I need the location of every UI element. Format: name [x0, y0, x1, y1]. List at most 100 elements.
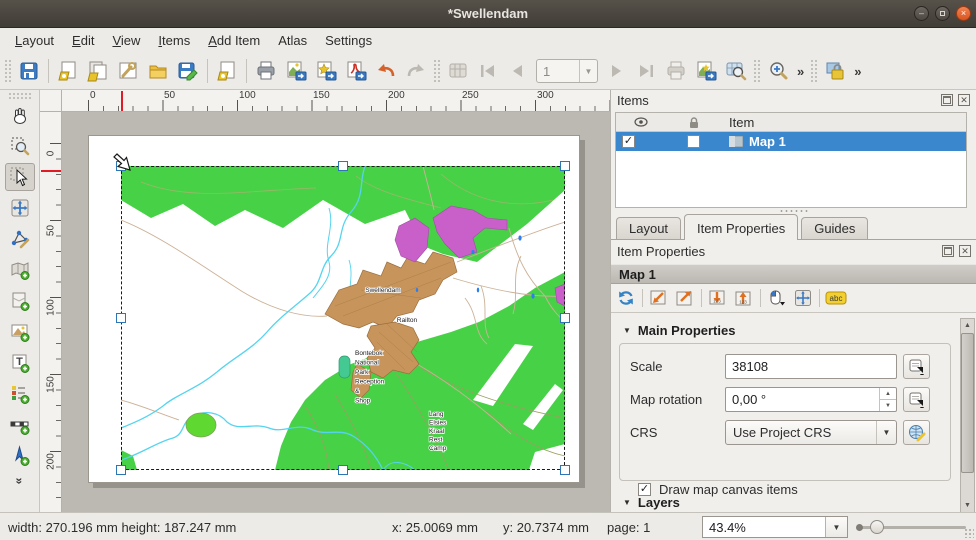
- view-extent-in-canvas-button[interactable]: [672, 287, 698, 309]
- minimize-button[interactable]: –: [914, 6, 929, 21]
- add-legend-button[interactable]: [5, 380, 35, 408]
- export-svg-button[interactable]: [311, 56, 341, 86]
- float-panel-icon[interactable]: [941, 94, 953, 106]
- chevron-down-icon[interactable]: ▼: [579, 60, 597, 82]
- zoom-level-input[interactable]: [703, 517, 825, 537]
- labeling-settings-button[interactable]: abc: [823, 287, 849, 309]
- duplicate-layout-button[interactable]: [83, 56, 113, 86]
- selection-handle-se[interactable]: [560, 465, 570, 475]
- zoom-tool-button[interactable]: [5, 132, 35, 160]
- select-move-item-tool-button[interactable]: [5, 163, 35, 191]
- print-button[interactable]: [251, 56, 281, 86]
- set-canvas-scale-to-map-button[interactable]: 123: [731, 287, 757, 309]
- next-feature-button[interactable]: [601, 56, 631, 86]
- close-panel-icon[interactable]: ✕: [959, 245, 971, 257]
- selection-handle-sw[interactable]: [116, 465, 126, 475]
- last-feature-button[interactable]: [631, 56, 661, 86]
- selection-handle-w[interactable]: [116, 313, 126, 323]
- zoom-in-button[interactable]: [763, 56, 793, 86]
- move-map-content-button[interactable]: [790, 287, 816, 309]
- selection-handle-s[interactable]: [338, 465, 348, 475]
- tools-overflow-chevron[interactable]: »: [13, 478, 27, 485]
- maximize-button[interactable]: [935, 6, 950, 21]
- lock-checkbox[interactable]: [687, 135, 700, 148]
- selection-handle-e[interactable]: [560, 313, 570, 323]
- add-3d-map-button[interactable]: [5, 287, 35, 315]
- move-content-tool-button[interactable]: [5, 194, 35, 222]
- tab-item-properties[interactable]: Item Properties: [684, 214, 798, 240]
- crs-select-button[interactable]: [903, 420, 930, 445]
- menu-settings[interactable]: Settings: [316, 30, 381, 51]
- undo-button[interactable]: [371, 56, 401, 86]
- new-layout-button[interactable]: [53, 56, 83, 86]
- spinner-buttons[interactable]: ▲▼: [879, 388, 896, 411]
- scrollbar-thumb[interactable]: [961, 333, 974, 473]
- tab-guides[interactable]: Guides: [801, 217, 868, 239]
- save-project-button[interactable]: [14, 56, 44, 86]
- add-label-button[interactable]: T: [5, 349, 35, 377]
- toolbar-drag-handle[interactable]: [4, 59, 12, 83]
- add-map-button[interactable]: [5, 256, 35, 284]
- export-pdf-button[interactable]: [341, 56, 371, 86]
- set-extent-to-canvas-button[interactable]: [646, 287, 672, 309]
- add-scalebar-button[interactable]: [5, 411, 35, 439]
- zoom-slider-handle[interactable]: [870, 520, 884, 534]
- export-image-button[interactable]: [281, 56, 311, 86]
- properties-scrollbar[interactable]: ▲ ▼: [960, 318, 975, 513]
- menu-add-item[interactable]: Add Item: [199, 30, 269, 51]
- open-layout-button[interactable]: [143, 56, 173, 86]
- menu-layout[interactable]: Layout: [6, 30, 63, 51]
- scroll-up-icon[interactable]: ▲: [961, 319, 974, 332]
- save-as-template-button[interactable]: [173, 56, 203, 86]
- close-panel-icon[interactable]: ✕: [958, 94, 970, 106]
- tab-layout[interactable]: Layout: [616, 217, 681, 239]
- set-map-scale-to-canvas-button[interactable]: 123: [705, 287, 731, 309]
- atlas-page-combo[interactable]: ▼: [536, 59, 598, 83]
- edit-nodes-tool-button[interactable]: [5, 225, 35, 253]
- crs-combobox[interactable]: Use Project CRS ▼: [725, 420, 897, 445]
- selection-handle-ne[interactable]: [560, 161, 570, 171]
- rotation-override-button[interactable]: [903, 387, 930, 412]
- pan-tool-button[interactable]: [5, 101, 35, 129]
- add-picture-button[interactable]: [5, 318, 35, 346]
- zoom-slider[interactable]: [858, 526, 966, 529]
- selection-handle-n[interactable]: [338, 161, 348, 171]
- item-row-map1[interactable]: ✓ Map 1: [616, 132, 966, 151]
- redo-button[interactable]: [401, 56, 431, 86]
- title-bar[interactable]: *Swellendam – ×: [0, 0, 976, 28]
- menu-items[interactable]: Items: [149, 30, 199, 51]
- lock-toolbar-overflow[interactable]: »: [850, 64, 865, 79]
- menu-view[interactable]: View: [103, 30, 149, 51]
- scroll-down-icon[interactable]: ▼: [961, 499, 974, 512]
- close-button[interactable]: ×: [956, 6, 971, 21]
- preview-atlas-button[interactable]: [443, 56, 473, 86]
- export-atlas-button[interactable]: [691, 56, 721, 86]
- add-pages-button[interactable]: [212, 56, 242, 86]
- chevron-down-icon[interactable]: ▼: [825, 517, 847, 537]
- scale-input[interactable]: [725, 354, 897, 379]
- visibility-checkbox[interactable]: ✓: [622, 135, 635, 148]
- print-atlas-button[interactable]: [661, 56, 691, 86]
- section-layers[interactable]: ▼ Layers: [623, 495, 680, 510]
- atlas-toolbar-handle[interactable]: [433, 59, 441, 83]
- interactive-edit-extent-button[interactable]: [764, 287, 790, 309]
- lock-toolbar-handle[interactable]: [810, 59, 818, 83]
- atlas-page-input[interactable]: [537, 60, 579, 82]
- add-north-arrow-button[interactable]: [5, 442, 35, 470]
- section-main-properties[interactable]: ▼ Main Properties: [623, 323, 735, 338]
- tools-toolbar-handle[interactable]: [8, 92, 32, 99]
- float-panel-icon[interactable]: [942, 245, 954, 257]
- layout-manager-button[interactable]: [113, 56, 143, 86]
- rotation-spinbox[interactable]: ▲▼: [725, 387, 897, 412]
- lock-items-button[interactable]: [820, 56, 850, 86]
- zoom-level-combo[interactable]: ▼: [702, 516, 848, 538]
- atlas-settings-button[interactable]: [721, 56, 751, 86]
- menu-atlas[interactable]: Atlas: [269, 30, 316, 51]
- panel-splitter-handle[interactable]: [779, 209, 809, 213]
- scale-override-button[interactable]: [903, 354, 930, 379]
- zoom-toolbar-handle[interactable]: [753, 59, 761, 83]
- previous-feature-button[interactable]: [503, 56, 533, 86]
- refresh-map-button[interactable]: [613, 287, 639, 309]
- layout-canvas[interactable]: Swellendam Railton Bontebok National Par…: [62, 112, 610, 512]
- map-item[interactable]: Swellendam Railton Bontebok National Par…: [121, 166, 565, 470]
